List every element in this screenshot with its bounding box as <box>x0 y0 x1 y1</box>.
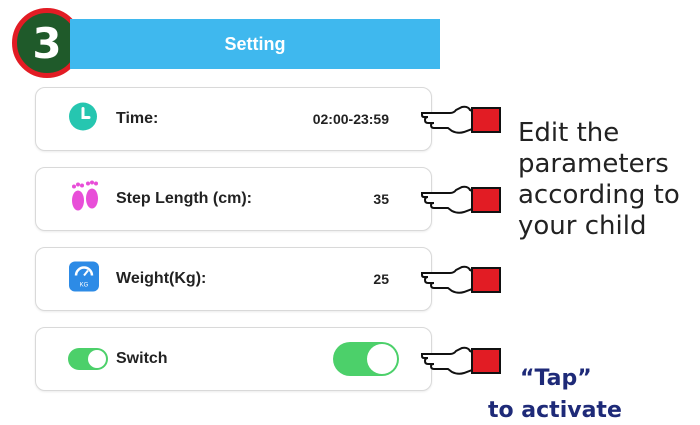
clock-icon <box>68 102 98 137</box>
step-length-row[interactable]: Step Length (cm): 35 <box>35 167 432 231</box>
switch-indicator-icon <box>68 348 108 370</box>
time-row[interactable]: Time: 02:00-23:59 <box>35 87 432 151</box>
step-length-value: 35 <box>373 191 389 207</box>
pointing-hand-icon <box>421 265 501 294</box>
toggle-knob <box>367 344 397 374</box>
pointing-hand-icon <box>421 185 501 214</box>
switch-toggle[interactable] <box>333 342 399 376</box>
tap-instruction: “Tap” <box>520 366 592 391</box>
weight-value: 25 <box>373 271 389 287</box>
scale-icon: KG <box>68 261 100 298</box>
scale-icon-text: KG <box>80 283 89 289</box>
time-value: 02:00-23:59 <box>312 111 389 127</box>
caption-line: parameters <box>518 149 669 179</box>
caption-line: Edit the <box>518 118 620 148</box>
switch-row: Switch <box>35 327 432 391</box>
weight-row[interactable]: KG Weight(Kg): 25 <box>35 247 432 311</box>
time-label: Time: <box>116 110 159 127</box>
activate-instruction: to activate <box>488 398 622 423</box>
weight-label: Weight(Kg): <box>116 270 207 287</box>
step-length-label: Step Length (cm): <box>116 190 252 207</box>
step-number: 3 <box>32 18 62 68</box>
pointing-hand-icon <box>421 105 501 134</box>
settings-header: Setting <box>70 19 440 69</box>
pointing-hand-icon <box>421 346 501 375</box>
caption-line: your child <box>518 211 647 241</box>
switch-label: Switch <box>116 350 168 367</box>
footprints-icon <box>68 179 102 220</box>
instruction-caption: Edit the parameters according to your ch… <box>518 118 680 242</box>
caption-line: according to <box>518 180 680 210</box>
page-title: Setting <box>224 33 286 54</box>
